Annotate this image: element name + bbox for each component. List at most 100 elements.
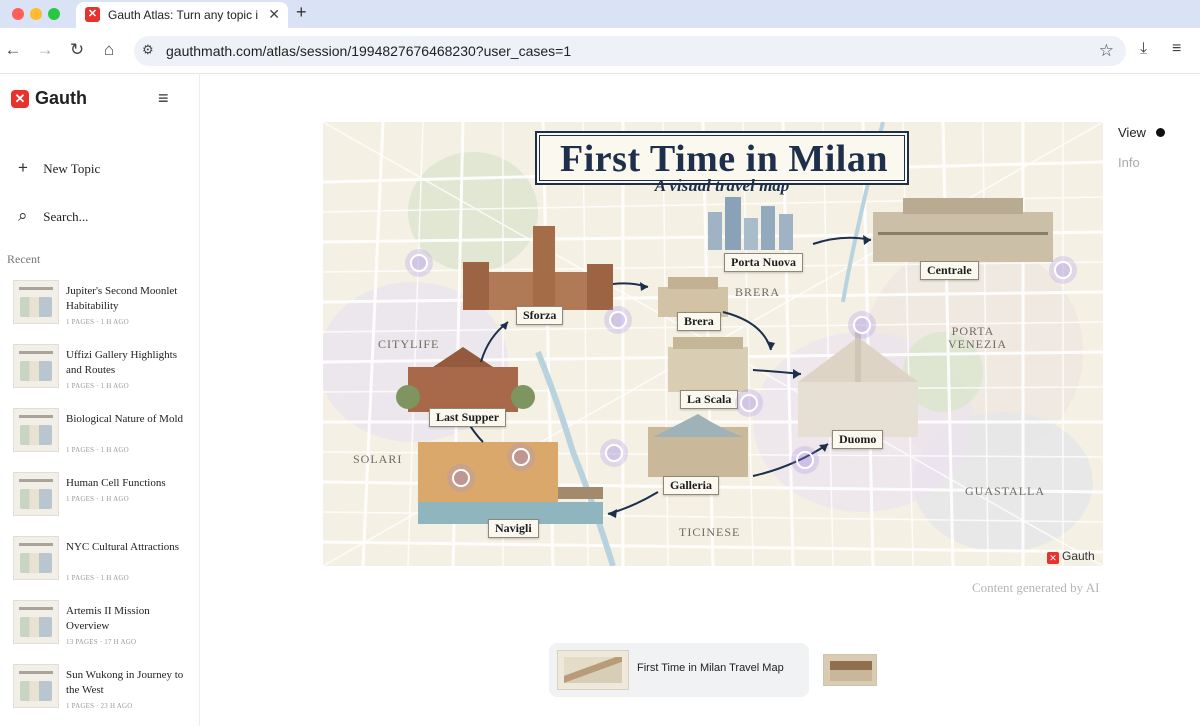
tab-title: Gauth Atlas: Turn any topic in (108, 8, 258, 22)
district-guastalla: GUASTALLA (965, 484, 1046, 498)
map-hotspot[interactable] (410, 254, 428, 272)
view-toggle[interactable]: View (1118, 125, 1146, 140)
map-hotspot[interactable] (796, 451, 814, 469)
map-subtitle: A visual travel map (654, 176, 790, 195)
map-hotspot[interactable] (853, 316, 871, 334)
recent-thumbnail (13, 536, 59, 580)
recent-thumbnail (13, 664, 59, 708)
recent-thumbnail (13, 280, 59, 324)
recent-item[interactable]: Uffizi Gallery Highlights and Routes 1 P… (13, 342, 193, 402)
landmark-last-supper[interactable]: Last Supper (429, 408, 507, 427)
landmark-galleria[interactable]: Galleria (663, 476, 719, 495)
recent-title: Artemis II Mission Overview (66, 605, 150, 632)
recent-meta: 1 PAGES · 1 H AGO (66, 574, 129, 582)
sidebar: ✕ Gauth ≡ + New Topic ⌕ Search... Recent… (0, 74, 200, 726)
download-icon[interactable]: ⤓ (1140, 40, 1147, 58)
window-maximize-button[interactable] (48, 8, 60, 20)
tab-close-icon[interactable]: ✕ (268, 6, 280, 23)
gauth-logo-icon: ✕ (11, 90, 29, 108)
window-minimize-button[interactable] (30, 8, 42, 20)
browser-tab-bar: ✕ Gauth Atlas: Turn any topic in ✕ + (0, 0, 1200, 28)
recent-title: NYC Cultural Attractions (66, 541, 180, 553)
landmark-sforza[interactable]: Sforza (516, 306, 564, 325)
search-icon: ⌕ (18, 206, 28, 225)
recent-thumbnail (13, 600, 59, 644)
recent-meta: 1 PAGES · 23 H AGO (66, 702, 133, 710)
url-input[interactable]: ⚙ gauthmath.com/atlas/session/1994827676… (134, 36, 1126, 66)
new-topic-button[interactable]: + New Topic (18, 158, 100, 178)
recent-title: Human Cell Functions (66, 477, 166, 489)
recent-item[interactable]: NYC Cultural Attractions 1 PAGES · 1 H A… (13, 534, 193, 594)
brand-name[interactable]: Gauth (35, 88, 87, 109)
active-indicator-icon (1156, 128, 1165, 137)
map-hotspot[interactable] (609, 311, 627, 329)
recent-thumbnail (13, 408, 59, 452)
window-close-button[interactable] (12, 8, 24, 20)
recent-title: Sun Wukong in Journey to the West (66, 669, 184, 696)
ai-disclaimer: Content generated by AI (972, 580, 1100, 595)
search-button[interactable]: ⌕ Search... (18, 206, 88, 226)
recent-thumbnail (13, 472, 59, 516)
address-bar: ← → ↻ ⌂ ⚙ gauthmath.com/atlas/session/19… (0, 28, 1200, 74)
site-info-icon[interactable]: ⚙ (142, 42, 154, 58)
recent-item[interactable]: Biological Nature of Mold 1 PAGES · 1 H … (13, 406, 193, 466)
recent-item[interactable]: Sun Wukong in Journey to the West 1 PAGE… (13, 662, 193, 722)
recent-title: Uffizi Gallery Highlights and Routes (66, 349, 177, 376)
page-card-next[interactable] (823, 654, 877, 686)
recent-meta: 13 PAGES · 17 H AGO (66, 638, 137, 646)
watermark-text: Gauth (1062, 549, 1095, 563)
map-hotspot[interactable] (512, 448, 530, 466)
district-porta-venezia: PORTA VENEZIA (948, 324, 1007, 351)
map-hotspot[interactable] (740, 394, 758, 412)
page-card-current[interactable]: First Time in Milan Travel Map (549, 643, 809, 697)
recent-meta: 1 PAGES · 1 H AGO (66, 446, 129, 454)
landmark-duomo[interactable]: Duomo (832, 430, 884, 449)
landmark-la-scala[interactable]: La Scala (680, 390, 739, 409)
recent-meta: 1 PAGES · 1 H AGO (66, 495, 129, 503)
gauth-watermark: ✕ Gauth (1047, 549, 1095, 564)
district-solari: SOLARI (353, 452, 403, 466)
plus-icon: + (18, 158, 28, 177)
info-toggle[interactable]: Info (1118, 155, 1140, 170)
map-hotspot[interactable] (1054, 261, 1072, 279)
page-thumbnail (557, 650, 629, 690)
recent-meta: 1 PAGES · 1 H AGO (66, 382, 129, 390)
back-icon[interactable]: ← (2, 40, 24, 60)
gauth-favicon-icon: ✕ (85, 7, 100, 22)
map-hotspot[interactable] (605, 444, 623, 462)
landmark-porta-nuova[interactable]: Porta Nuova (724, 253, 803, 272)
landmark-centrale[interactable]: Centrale (920, 261, 979, 280)
reading-list-icon[interactable]: ≡ (1172, 40, 1181, 58)
map-title: First Time in Milan (560, 138, 888, 180)
landmark-brera[interactable]: Brera (677, 312, 721, 331)
recent-item[interactable]: Artemis II Mission Overview 13 PAGES · 1… (13, 598, 193, 658)
main-content: First Time in Milan A visual travel map … (201, 74, 1200, 726)
bookmark-star-icon[interactable]: ☆ (1099, 41, 1114, 61)
la-scala-illustration (668, 337, 748, 392)
new-tab-button[interactable]: + (296, 2, 307, 23)
map-hotspot[interactable] (452, 469, 470, 487)
recent-title: Jupiter's Second Moonlet Habitability (66, 285, 178, 312)
forward-icon[interactable]: → (34, 40, 56, 60)
search-label: Search... (43, 209, 89, 224)
recent-item[interactable]: Human Cell Functions 1 PAGES · 1 H AGO (13, 470, 193, 530)
recent-thumbnail (13, 344, 59, 388)
active-tab[interactable]: ✕ Gauth Atlas: Turn any topic in ✕ (76, 2, 288, 28)
district-ticinese: TICINESE (679, 525, 741, 539)
recent-item[interactable]: Jupiter's Second Moonlet Habitability 1 … (13, 278, 193, 338)
gauth-watermark-icon: ✕ (1047, 552, 1059, 564)
recent-heading: Recent (7, 252, 41, 266)
menu-icon[interactable]: ≡ (158, 88, 169, 109)
new-topic-label: New Topic (43, 161, 101, 176)
recent-meta: 1 PAGES · 1 H AGO (66, 318, 129, 326)
brera-illustration (658, 277, 728, 317)
recent-title: Biological Nature of Mold (66, 413, 184, 425)
page-card-title: First Time in Milan Travel Map (637, 662, 784, 674)
reload-icon[interactable]: ↻ (66, 40, 88, 60)
district-citylife: CITYLIFE (378, 337, 440, 351)
district-brera: BRERA (735, 285, 781, 299)
centrale-illustration (873, 198, 1053, 262)
landmark-navigli[interactable]: Navigli (488, 519, 539, 538)
travel-map[interactable]: First Time in Milan A visual travel map … (323, 122, 1103, 566)
home-icon[interactable]: ⌂ (98, 40, 120, 60)
